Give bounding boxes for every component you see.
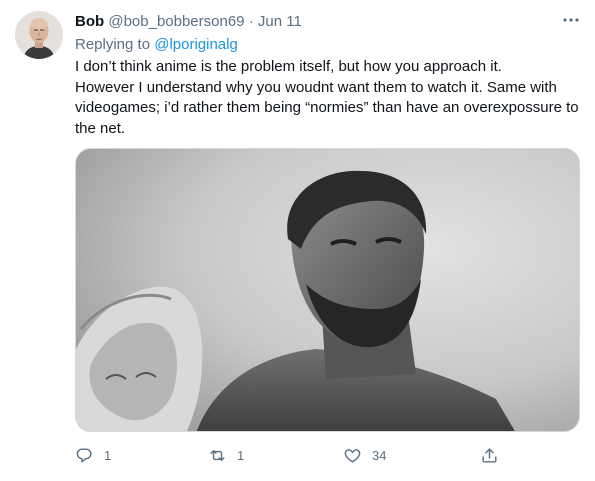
reply-button[interactable]: 1 (75, 443, 111, 467)
tweet-text: I don’t think anime is the problem itsel… (75, 57, 585, 139)
like-count: 34 (372, 447, 387, 463)
avatar[interactable] (15, 11, 63, 59)
more-options-icon[interactable] (559, 10, 583, 30)
tweet-actions: 1 1 34 (75, 443, 580, 467)
share-icon (482, 447, 497, 463)
author-handle[interactable]: @bob_bobberson69 (108, 13, 244, 30)
retweet-button[interactable]: 1 (208, 443, 244, 467)
replying-to: Replying to @lporiginalg (75, 35, 238, 55)
speech-bubble-icon (76, 447, 92, 463)
tweet-header: Bob @bob_bobberson69 · Jun 11 (75, 12, 302, 32)
tweet-text-line: However I understand why you woudnt want… (75, 78, 557, 96)
share-button[interactable] (480, 443, 499, 467)
tweet[interactable]: Bob @bob_bobberson69 · Jun 11 Replying t… (0, 0, 595, 481)
tweet-text-line: the net. (75, 119, 126, 137)
author-name[interactable]: Bob (75, 13, 104, 30)
tweet-date[interactable]: Jun 11 (258, 13, 302, 30)
reply-mention-link[interactable]: @lporiginalg (154, 36, 238, 53)
tweet-text-line: I don’t think anime is the problem itsel… (75, 58, 502, 75)
tweet-media-photo[interactable] (75, 148, 580, 432)
heart-icon (344, 448, 361, 463)
reply-count: 1 (104, 447, 112, 463)
like-button[interactable]: 34 (343, 443, 386, 467)
photo-image (76, 149, 579, 431)
retweet-icon (210, 449, 225, 461)
tweet-text-line: videogames; i’d rather them being “normi… (75, 99, 579, 116)
replying-to-label: Replying to (75, 36, 155, 53)
separator-dot: · (248, 13, 254, 30)
avatar-image (15, 11, 63, 59)
retweet-count: 1 (237, 447, 245, 463)
